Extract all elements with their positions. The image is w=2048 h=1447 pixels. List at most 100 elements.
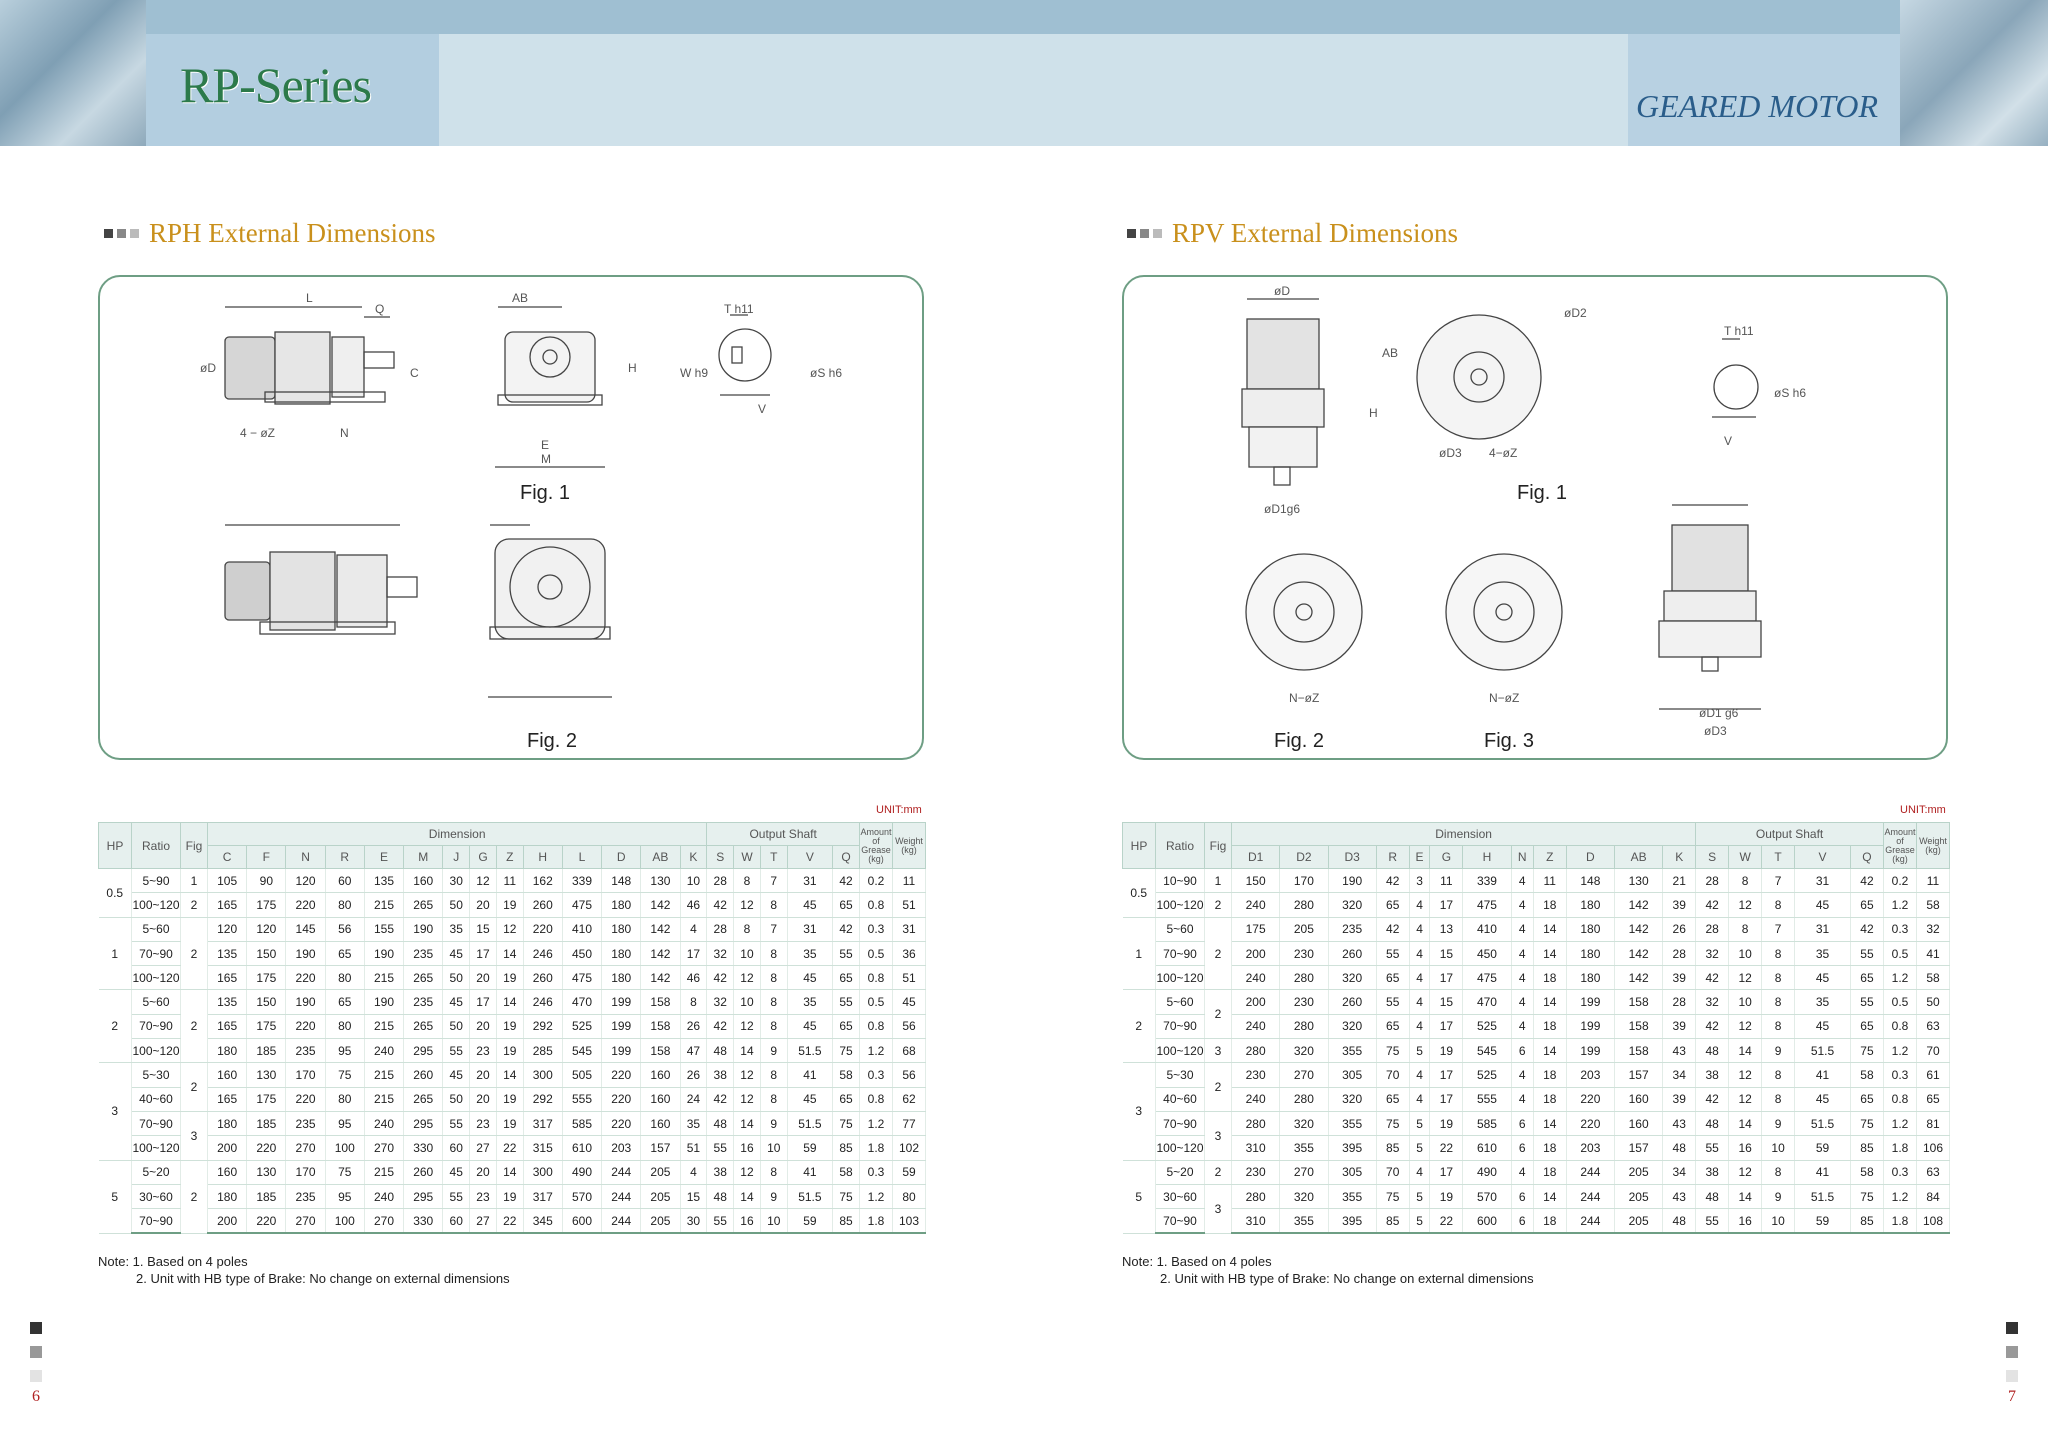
rph-value-cell: 60 [442, 1208, 471, 1235]
rph-value-cell: 1.2 [859, 1184, 893, 1210]
rph-value-cell: 120 [246, 917, 287, 942]
rph-value-cell: 20 [469, 1062, 497, 1088]
rpv-value-cell: 8 [1761, 941, 1796, 967]
rph-value-cell: 235 [285, 1038, 326, 1064]
rpv-value-cell: 42 [1376, 868, 1410, 894]
rph-value-cell: 215 [364, 892, 405, 918]
rph-value-cell: 19 [496, 1014, 524, 1040]
rph-value-cell: 77 [892, 1111, 926, 1137]
rph-value-cell: 80 [325, 965, 365, 991]
dim-label-s: øS h6 [810, 366, 842, 380]
rpv-value-cell: 18 [1533, 1014, 1567, 1040]
rpv-value-cell: 205 [1614, 1184, 1664, 1210]
rph-value-cell: 19 [496, 1087, 524, 1112]
rpv-value-cell: 43 [1662, 1184, 1697, 1210]
rph-value-cell: 220 [601, 1062, 642, 1088]
rph-value-cell: 600 [562, 1208, 603, 1235]
table-row: 0.5 5~90 1 105 90 120 60 135 160 30 12 11 162 339 148 1… [98, 868, 926, 918]
rpv-value-cell: 395 [1328, 1135, 1377, 1161]
rpv-note-1: Note: 1. Based on 4 poles [1122, 1254, 1272, 1269]
rph-value-cell: 75 [325, 1062, 365, 1088]
rpv-value-cell: 490 [1462, 1160, 1512, 1185]
rph-value-cell: 50 [442, 965, 471, 991]
rph-value-cell: 8 [680, 989, 708, 1015]
rph-value-cell: 190 [285, 941, 326, 967]
rpv-value-cell: 19 [1429, 1184, 1464, 1210]
rpv-value-cell: 63 [1916, 1160, 1950, 1185]
rpv-value-cell: 200 [1231, 989, 1281, 1015]
rph-value-cell: 505 [562, 1062, 603, 1088]
rpv-value-cell: 41 [1794, 1062, 1851, 1088]
rpv-value-cell: 0.5 [1883, 941, 1917, 967]
rpv-dim-d1b: øD1 g6 [1699, 706, 1739, 720]
rph-value-cell: 240 [364, 1038, 405, 1064]
rpv-value-cell: 14 [1728, 1038, 1763, 1064]
rph-value-cell: 200 [207, 1135, 248, 1161]
rph-fig1-label: Fig. 1 [520, 482, 570, 504]
rpv-fig-cell: 3 [1204, 1038, 1232, 1064]
rpv-value-cell: 85 [1376, 1135, 1410, 1161]
rpv-value-cell: 180 [1566, 941, 1615, 967]
rpv-value-cell: 355 [1328, 1184, 1377, 1210]
rpv-fig-cell: 2 [1204, 892, 1232, 918]
table-row: 1 5~60 2 175 205 235 42 4 13 410 4 14 180 142 26 28 8 7 31… [1122, 917, 1950, 991]
rph-value-cell: 8 [733, 917, 761, 942]
rph-value-cell: 12 [469, 868, 497, 894]
rph-value-cell: 165 [207, 965, 248, 991]
rpv-value-cell: 220 [1566, 1111, 1615, 1137]
rph-ratio-cell: 40~60 [131, 1087, 181, 1112]
rpv-value-cell: 320 [1279, 1038, 1329, 1064]
rph-value-cell: 200 [207, 1208, 248, 1235]
table-row: 100~120 310 355 395 85 5 22 610 6 18 203 157 48 55 16 1… [1123, 1135, 1950, 1161]
rph-value-cell: 235 [403, 989, 444, 1015]
rph-value-cell: 585 [562, 1111, 603, 1137]
rpv-value-cell: 14 [1533, 941, 1567, 967]
rpv-value-cell: 59 [1794, 1135, 1851, 1161]
rph-value-cell: 470 [562, 989, 603, 1015]
rph-value-cell: 215 [364, 965, 405, 991]
rph-value-cell: 32 [706, 941, 735, 967]
rpv-value-cell: 545 [1462, 1038, 1512, 1064]
rpv-value-cell: 55 [1376, 941, 1410, 967]
rph-value-cell: 220 [246, 1208, 287, 1235]
rph-unit: UNIT:mm [876, 804, 922, 816]
rpv-value-cell: 38 [1695, 1062, 1730, 1088]
rpv-col-n: N [1510, 845, 1534, 869]
rpv-value-cell: 55 [1376, 989, 1410, 1015]
rph-value-cell: 317 [523, 1111, 563, 1137]
rph-value-cell: 158 [640, 1038, 681, 1064]
rph-value-cell: 475 [562, 892, 603, 918]
rph-value-cell: 14 [496, 1160, 524, 1185]
dim-label-v: V [758, 402, 766, 416]
rpv-value-cell: 38 [1695, 1160, 1730, 1185]
rpv-value-cell: 75 [1850, 1111, 1885, 1137]
rpv-value-cell: 65 [1850, 1014, 1885, 1040]
rph-value-cell: 260 [523, 892, 563, 918]
rph-value-cell: 60 [325, 868, 365, 894]
rph-value-cell: 8 [760, 892, 788, 918]
rpv-value-cell: 58 [1850, 1062, 1885, 1088]
rpv-value-cell: 203 [1566, 1062, 1615, 1088]
rpv-head-hp: HP [1122, 822, 1156, 869]
rpv-value-cell: 280 [1279, 1014, 1329, 1040]
rpv-value-cell: 4 [1511, 1160, 1534, 1185]
rph-value-cell: 270 [364, 1208, 405, 1235]
rph-value-cell: 555 [562, 1087, 603, 1112]
rpv-value-cell: 8 [1761, 892, 1796, 918]
rph-value-cell: 103 [892, 1208, 926, 1235]
rph-value-cell: 8 [733, 868, 761, 894]
rph-value-cell: 12 [733, 1014, 761, 1040]
rph-value-cell: 610 [562, 1135, 603, 1161]
rpv-value-cell: 18 [1533, 892, 1567, 918]
rph-value-cell: 65 [832, 892, 860, 918]
rpv-value-cell: 142 [1614, 965, 1664, 991]
rpv-fig-cell: 2 [1204, 917, 1232, 991]
rph-value-cell: 12 [733, 1160, 761, 1185]
rph-value-cell: 12 [733, 1087, 761, 1112]
rpv-value-cell: 106 [1916, 1135, 1950, 1161]
rph-value-cell: 32 [706, 989, 735, 1015]
rph-value-cell: 41 [787, 1160, 834, 1185]
rpv-value-cell: 55 [1850, 941, 1885, 967]
rpv-dim-d: øD [1274, 284, 1290, 298]
side-square-light-left [30, 1370, 42, 1382]
